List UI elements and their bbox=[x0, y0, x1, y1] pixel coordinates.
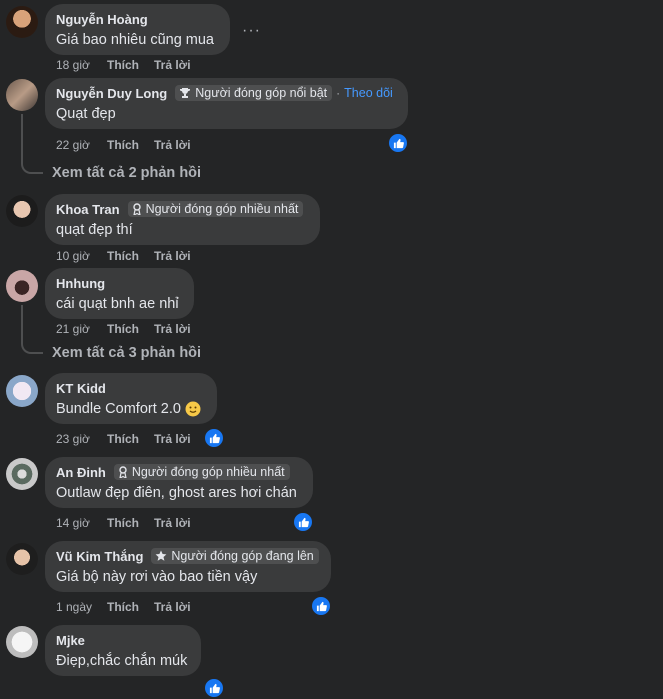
comment-bubble: Mjke Điẹp,chắc chắn múk bbox=[45, 625, 201, 676]
comment-actions: 1 ngày Thích Trả lời bbox=[56, 600, 191, 614]
comment-actions: 14 giờ Thích Trả lời bbox=[56, 516, 191, 530]
comment-actions: 21 giờ Thích Trả lời bbox=[56, 322, 191, 336]
comment-text-row: Bundle Comfort 2.0 bbox=[56, 400, 205, 418]
comment-time[interactable]: 14 giờ bbox=[56, 516, 107, 530]
like-button[interactable]: Thích bbox=[107, 322, 154, 336]
comment-bubble: KT Kidd Bundle Comfort 2.0 bbox=[45, 373, 217, 424]
like-icon[interactable] bbox=[292, 511, 314, 533]
comment-time[interactable]: 23 giờ bbox=[56, 432, 107, 446]
comment-text: Giá bao nhiêu cũng mua bbox=[56, 32, 214, 48]
avatar[interactable] bbox=[6, 458, 38, 490]
avatar[interactable] bbox=[6, 543, 38, 575]
badge-label: Người đóng góp nhiều nhất bbox=[131, 465, 285, 479]
reply-button[interactable]: Trả lời bbox=[154, 516, 191, 530]
comment-bubble: Nguyễn Hoàng Giá bao nhiêu cũng mua bbox=[45, 4, 230, 55]
trophy-icon bbox=[180, 88, 191, 98]
comment-actions: 23 giờ Thích Trả lời bbox=[56, 432, 191, 446]
reply-button[interactable]: Trả lời bbox=[154, 322, 191, 336]
comment-author[interactable]: Khoa Tran bbox=[56, 202, 120, 217]
comment-author[interactable]: An Đinh bbox=[56, 465, 106, 480]
reply-button[interactable]: Trả lời bbox=[154, 249, 191, 263]
comment-author[interactable]: KT Kidd bbox=[56, 381, 106, 396]
like-icon[interactable] bbox=[310, 595, 332, 617]
comment-author[interactable]: Mjke bbox=[56, 633, 85, 648]
comment-author[interactable]: Nguyễn Duy Long bbox=[56, 86, 167, 101]
like-icon[interactable] bbox=[203, 427, 225, 449]
comment-author[interactable]: Nguyễn Hoàng bbox=[56, 12, 148, 27]
view-replies-link[interactable]: Xem tất cả 3 phản hồi bbox=[52, 345, 201, 361]
comment-bubble: Nguyễn Duy Long Người đóng góp nổi bật ·… bbox=[45, 78, 408, 129]
comment-time[interactable]: 1 ngày bbox=[56, 600, 107, 614]
comment-time[interactable]: 10 giờ bbox=[56, 249, 107, 263]
comment-text: cái quạt bnh ae nhỉ bbox=[56, 296, 179, 312]
smile-emoji-icon bbox=[185, 401, 201, 417]
comment-text: Điẹp,chắc chắn múk bbox=[56, 653, 188, 669]
badge-label: Người đóng góp đang lên bbox=[171, 549, 314, 563]
avatar[interactable] bbox=[6, 6, 38, 38]
thread-line bbox=[21, 305, 23, 342]
comment-text: quạt đẹp thí bbox=[56, 222, 133, 238]
comment-time[interactable]: 22 giờ bbox=[56, 138, 107, 152]
badge-label: Người đóng góp nhiều nhất bbox=[145, 202, 299, 216]
star-icon bbox=[155, 550, 167, 561]
comment-bubble: Khoa Tran Người đóng góp nhiều nhất quạt… bbox=[45, 194, 320, 245]
ribbon-icon bbox=[119, 466, 127, 478]
contributor-badge: Người đóng góp nhiều nhất bbox=[113, 464, 290, 480]
view-replies-link[interactable]: Xem tất cả 2 phản hồi bbox=[52, 165, 201, 181]
reply-button[interactable]: Trả lời bbox=[154, 138, 191, 152]
badge-label: Người đóng góp nổi bật bbox=[195, 86, 328, 100]
thread-line bbox=[21, 114, 23, 162]
contributor-badge: Người đóng góp nhiều nhất bbox=[127, 201, 304, 217]
like-button[interactable]: Thích bbox=[107, 516, 154, 530]
comment-actions: 22 giờ Thích Trả lời bbox=[56, 138, 191, 152]
comment-actions: 18 giờ Thích Trả lời bbox=[56, 58, 191, 72]
avatar[interactable] bbox=[6, 626, 38, 658]
avatar[interactable] bbox=[6, 270, 38, 302]
comment-bubble: Hnhung cái quạt bnh ae nhỉ bbox=[45, 268, 194, 319]
avatar[interactable] bbox=[6, 375, 38, 407]
comment-time[interactable]: 21 giờ bbox=[56, 322, 107, 336]
thread-connector bbox=[21, 342, 43, 354]
comment-text: Outlaw đẹp điên, ghost ares hơi chán bbox=[56, 485, 297, 501]
reply-button[interactable]: Trả lời bbox=[154, 432, 191, 446]
thread-connector bbox=[21, 162, 43, 174]
ribbon-icon bbox=[132, 203, 141, 215]
separator-dot: · bbox=[336, 86, 341, 100]
comment-bubble: An Đinh Người đóng góp nhiều nhất Outlaw… bbox=[45, 457, 313, 508]
comment-author[interactable]: Vũ Kim Thắng bbox=[56, 549, 143, 564]
follow-link[interactable]: Theo dõi bbox=[344, 86, 393, 100]
avatar[interactable] bbox=[6, 195, 38, 227]
comment-author[interactable]: Hnhung bbox=[56, 276, 105, 291]
reply-button[interactable]: Trả lời bbox=[154, 600, 191, 614]
more-options-icon[interactable]: ··· bbox=[242, 22, 261, 40]
like-icon[interactable] bbox=[387, 132, 409, 154]
comment-actions: 10 giờ Thích Trả lời bbox=[56, 249, 191, 263]
like-button[interactable]: Thích bbox=[107, 600, 154, 614]
comment-text: Giá bộ này rơi vào bao tiền vậy bbox=[56, 569, 258, 585]
contributor-badge: Người đóng góp nổi bật bbox=[175, 85, 333, 101]
contributor-badge: Người đóng góp đang lên bbox=[151, 548, 319, 564]
reply-button[interactable]: Trả lời bbox=[154, 58, 191, 72]
like-button[interactable]: Thích bbox=[107, 249, 154, 263]
like-button[interactable]: Thích bbox=[107, 138, 154, 152]
avatar[interactable] bbox=[6, 79, 38, 111]
comment-text: Quạt đẹp bbox=[56, 106, 116, 122]
like-button[interactable]: Thích bbox=[107, 432, 154, 446]
comment-text: Bundle Comfort 2.0 bbox=[56, 401, 181, 417]
like-icon[interactable] bbox=[203, 677, 225, 699]
comment-time[interactable]: 18 giờ bbox=[56, 58, 107, 72]
comment-bubble: Vũ Kim Thắng Người đóng góp đang lên Giá… bbox=[45, 541, 331, 592]
like-button[interactable]: Thích bbox=[107, 58, 154, 72]
